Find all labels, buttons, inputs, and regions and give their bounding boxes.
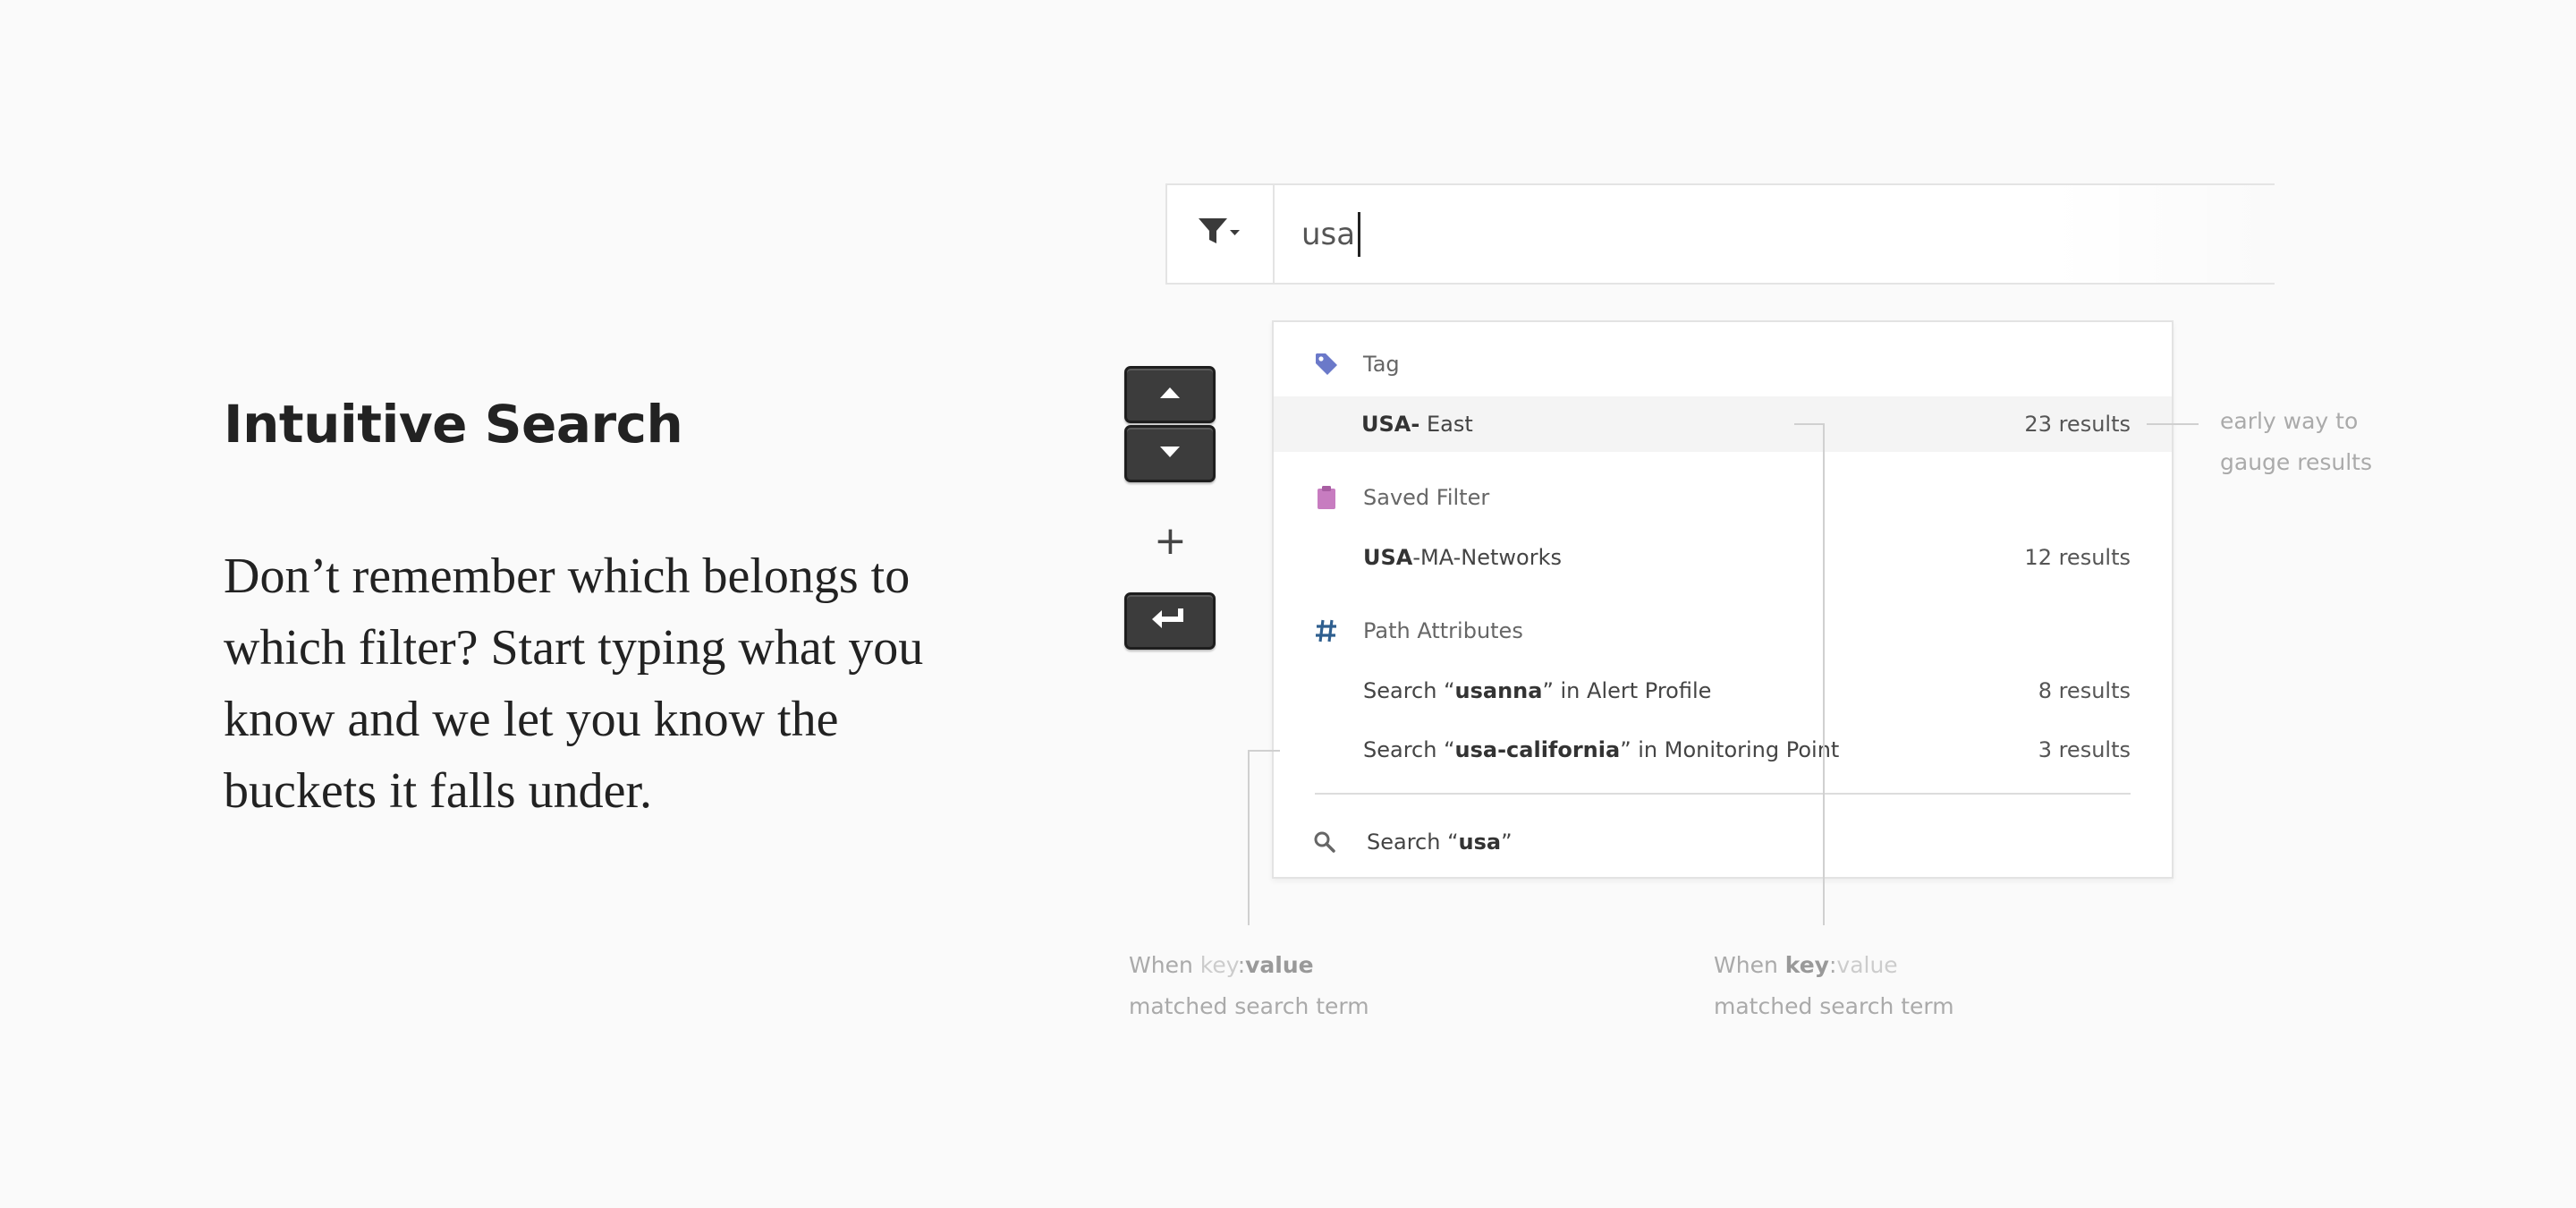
- result-text: USA-MA-Networks: [1363, 545, 1562, 570]
- hero-title: Intuitive Search: [224, 394, 683, 455]
- group-label: Path Attributes: [1363, 618, 1523, 643]
- annotation-value: value: [1245, 952, 1314, 978]
- key-note-connector: [1823, 423, 1825, 925]
- pre-text: Search “: [1367, 829, 1459, 855]
- text-caret: [1358, 211, 1361, 257]
- annotation-value: value: [1836, 952, 1898, 978]
- annotation-key: key: [1784, 952, 1829, 978]
- value-note-connector-tick: [1248, 750, 1280, 752]
- result-count: 8 results: [2038, 678, 2131, 703]
- match-text: USA: [1363, 545, 1413, 570]
- arrow-up-icon: [1159, 387, 1181, 404]
- pre-text: Search “: [1363, 737, 1455, 762]
- dropdown-divider: [1315, 793, 2131, 795]
- arrow-down-icon: [1159, 446, 1181, 463]
- results-note-connector: [2147, 423, 2199, 425]
- annotation-line: When key:value: [1714, 945, 1954, 986]
- search-all-row[interactable]: Search “usa”: [1274, 814, 2172, 870]
- result-count: 23 results: [2024, 412, 2131, 437]
- filter-dropdown-icon: [1198, 217, 1241, 251]
- annotation-line: early way to: [2220, 408, 2359, 434]
- annotation-sep: :: [1237, 952, 1246, 978]
- tag-icon: [1313, 351, 1340, 378]
- pre-text: Search “: [1363, 678, 1455, 703]
- clipboard-icon: [1313, 484, 1340, 511]
- result-count: 12 results: [2024, 545, 2131, 570]
- match-text: usanna: [1454, 678, 1543, 703]
- plus-sign: +: [1154, 518, 1187, 564]
- search-all-text: Search “usa”: [1367, 829, 1513, 855]
- match-text: USA-: [1361, 412, 1420, 437]
- hash-icon: [1313, 617, 1340, 644]
- search-icon: [1313, 830, 1336, 854]
- key-match-annotation: When key:value matched search term: [1714, 945, 1954, 1027]
- match-text: usa-california: [1454, 737, 1621, 762]
- group-label: Saved Filter: [1363, 485, 1490, 510]
- enter-key: [1124, 592, 1216, 650]
- match-text: usa: [1458, 829, 1502, 855]
- result-text: USA- East: [1361, 412, 1473, 437]
- rest-text: ” in Alert Profile: [1542, 678, 1712, 703]
- annotation-prefix: When: [1129, 952, 1200, 978]
- annotation-line: gauge results: [2220, 449, 2372, 475]
- hero-description: Don’t remember which belongs to which fi…: [224, 549, 924, 819]
- value-match-annotation: When key:value matched search term: [1129, 945, 1369, 1027]
- annotation-line: matched search term: [1714, 993, 1954, 1019]
- rest-text: East: [1419, 412, 1473, 437]
- group-label: Tag: [1363, 352, 1400, 377]
- result-row-usa-california[interactable]: Search “usa-california” in Monitoring Po…: [1274, 722, 2172, 778]
- annotation-line: matched search term: [1129, 993, 1369, 1019]
- post-text: ”: [1501, 829, 1513, 855]
- filter-dropdown-button[interactable]: [1165, 185, 1275, 283]
- annotation-key: key: [1199, 952, 1238, 978]
- arrow-up-key: [1124, 366, 1216, 423]
- annotation-line: When key:value: [1129, 945, 1369, 986]
- rest-text: ” in Monitoring Point: [1620, 737, 1840, 762]
- results-annotation: early way to gauge results: [2220, 401, 2372, 483]
- arrow-down-key: [1124, 425, 1216, 482]
- result-row-usa-ma-networks[interactable]: USA-MA-Networks 12 results: [1274, 530, 2172, 585]
- enter-key-icon: [1150, 606, 1190, 637]
- result-row-usa-east[interactable]: USA- East 23 results: [1274, 396, 2172, 452]
- result-count: 3 results: [2038, 737, 2131, 762]
- result-text: Search “usanna” in Alert Profile: [1363, 678, 1711, 703]
- search-query: usa: [1301, 216, 1356, 252]
- value-note-connector: [1248, 750, 1250, 925]
- key-note-connector-tick: [1794, 423, 1825, 425]
- annotation-prefix: When: [1714, 952, 1785, 978]
- search-input[interactable]: usa: [1301, 185, 1361, 283]
- result-text: Search “usa-california” in Monitoring Po…: [1363, 737, 1839, 762]
- search-suggestions-dropdown: Tag USA- East 23 results Saved Filter US…: [1272, 320, 2174, 879]
- result-row-usanna[interactable]: Search “usanna” in Alert Profile 8 resul…: [1274, 663, 2172, 719]
- rest-text: -MA-Networks: [1412, 545, 1562, 570]
- search-bar: usa: [1165, 183, 2275, 285]
